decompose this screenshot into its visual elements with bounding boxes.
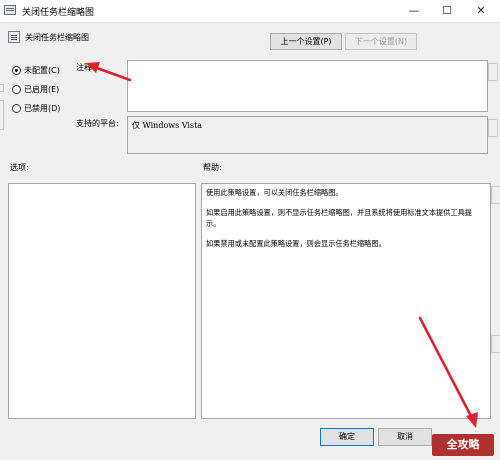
watermark-logo: 全攻略 <box>432 434 494 456</box>
arrow-to-cancel <box>418 316 478 428</box>
arrow-to-comment <box>86 62 132 82</box>
arrow-shaft <box>418 316 474 420</box>
arrow-shaft <box>92 65 132 82</box>
arrow-head <box>86 62 100 73</box>
annotation-arrows <box>86 62 478 428</box>
arrow-head <box>466 412 478 428</box>
